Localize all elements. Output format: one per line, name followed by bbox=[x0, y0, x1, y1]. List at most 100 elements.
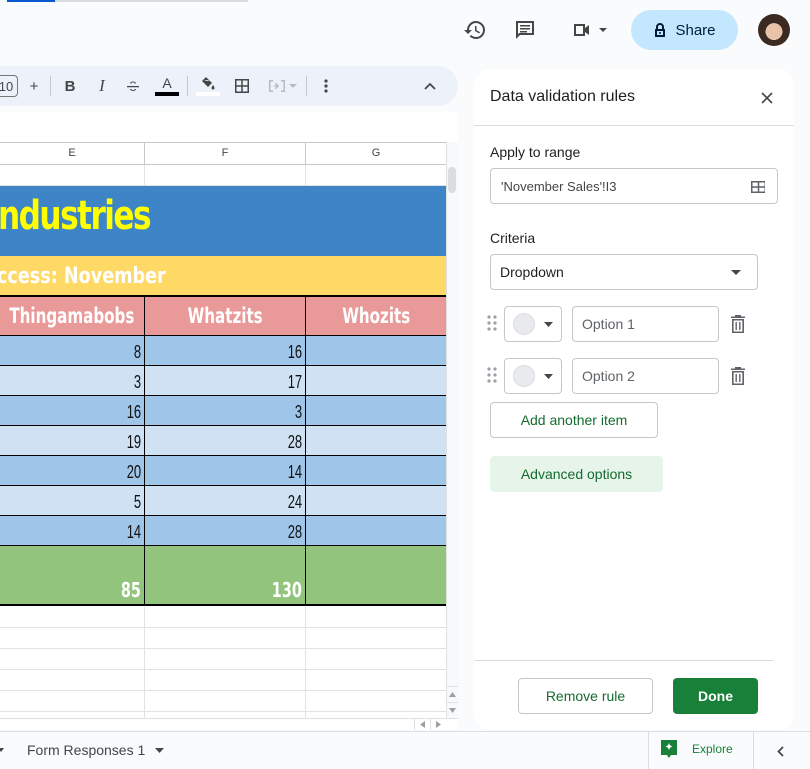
sheet-tab-form-responses[interactable]: Form Responses 1 bbox=[27, 742, 165, 758]
criteria-label: Criteria bbox=[490, 230, 536, 246]
option-color-picker[interactable] bbox=[504, 358, 562, 394]
scroll-down-button[interactable] bbox=[446, 702, 458, 718]
formula-bar-area[interactable] bbox=[0, 112, 458, 142]
column-header-cell[interactable]: Whozits bbox=[306, 295, 446, 336]
column-header-g[interactable]: G bbox=[306, 143, 446, 164]
data-cell[interactable]: 28 bbox=[145, 426, 306, 456]
horizontal-scrollbar[interactable] bbox=[0, 718, 458, 730]
data-cell[interactable]: 8 bbox=[0, 336, 145, 366]
explore-button[interactable]: Explore bbox=[660, 739, 733, 759]
range-input[interactable]: 'November Sales'!I3 bbox=[490, 168, 778, 204]
version-history-button[interactable] bbox=[459, 14, 491, 46]
select-range-icon[interactable] bbox=[750, 180, 766, 194]
borders-button[interactable] bbox=[231, 75, 253, 97]
share-button[interactable]: Share bbox=[631, 10, 738, 50]
data-cell[interactable]: 24 bbox=[145, 486, 306, 516]
account-avatar[interactable] bbox=[758, 14, 790, 46]
data-cell[interactable]: 17 bbox=[145, 366, 306, 396]
total-cell[interactable] bbox=[306, 546, 446, 606]
column-header-cell[interactable]: Whatzits bbox=[145, 295, 306, 336]
cell-value: 14 bbox=[126, 522, 142, 542]
total-cell[interactable]: 130 bbox=[145, 546, 306, 606]
data-cell[interactable] bbox=[306, 516, 446, 546]
fill-color-button[interactable] bbox=[196, 75, 220, 97]
advanced-options-button[interactable]: Advanced options bbox=[490, 456, 663, 492]
total-value: 130 bbox=[272, 578, 303, 602]
strikethrough-button[interactable] bbox=[122, 75, 144, 97]
bold-button[interactable]: B bbox=[59, 75, 81, 97]
data-cell[interactable]: 20 bbox=[0, 456, 145, 486]
data-cell[interactable]: 5 bbox=[0, 486, 145, 516]
grid-line bbox=[144, 165, 145, 186]
font-size-input[interactable]: 10 bbox=[0, 75, 18, 97]
add-another-item-button[interactable]: Add another item bbox=[490, 402, 658, 438]
vertical-scroll-thumb[interactable] bbox=[448, 167, 456, 193]
scroll-right-button[interactable] bbox=[430, 718, 446, 730]
scroll-up-button[interactable] bbox=[446, 686, 458, 702]
chevron-down-icon[interactable] bbox=[0, 748, 4, 753]
empty-row[interactable] bbox=[0, 670, 446, 691]
spreadsheet-grid[interactable]: ndustries ccess: November Thingamabobs Wh… bbox=[0, 165, 446, 720]
delete-option-button[interactable] bbox=[727, 365, 749, 387]
italic-button[interactable]: I bbox=[91, 75, 113, 97]
data-cell[interactable]: 14 bbox=[145, 456, 306, 486]
drag-handle-icon[interactable] bbox=[487, 367, 497, 383]
cell-value: 24 bbox=[287, 492, 303, 512]
data-cell[interactable] bbox=[306, 426, 446, 456]
merge-cells-button[interactable] bbox=[264, 75, 302, 97]
color-swatch-icon bbox=[513, 365, 535, 387]
data-cell[interactable]: 3 bbox=[0, 366, 145, 396]
data-cell[interactable] bbox=[306, 336, 446, 366]
column-header-cell[interactable]: Thingamabobs bbox=[0, 295, 145, 336]
total-cell[interactable]: 85 bbox=[0, 546, 145, 606]
data-cell[interactable]: 3 bbox=[145, 396, 306, 426]
grid-line bbox=[305, 649, 306, 670]
fill-color-icon bbox=[202, 77, 215, 90]
delete-option-button[interactable] bbox=[727, 313, 749, 335]
collapse-toolbar-button[interactable] bbox=[419, 75, 441, 97]
data-cell[interactable] bbox=[306, 486, 446, 516]
text-color-button[interactable]: A bbox=[155, 75, 179, 97]
column-header-row: E F G bbox=[0, 142, 446, 165]
header-text: Whatzits bbox=[187, 304, 263, 328]
column-header-e[interactable]: E bbox=[0, 143, 145, 164]
total-value: 85 bbox=[121, 578, 142, 602]
vertical-scrollbar[interactable] bbox=[446, 142, 458, 720]
strikethrough-icon bbox=[127, 81, 139, 91]
fill-color-swatch bbox=[196, 92, 220, 96]
data-cell[interactable] bbox=[306, 366, 446, 396]
data-cell[interactable]: 16 bbox=[0, 396, 145, 426]
remove-rule-button[interactable]: Remove rule bbox=[518, 678, 653, 714]
empty-row[interactable] bbox=[0, 628, 446, 649]
empty-row[interactable] bbox=[0, 649, 446, 670]
scroll-left-button[interactable] bbox=[414, 718, 430, 730]
data-cell[interactable] bbox=[306, 396, 446, 426]
side-panel-toggle-button[interactable] bbox=[772, 743, 788, 759]
title-cell[interactable]: ndustries bbox=[0, 186, 446, 256]
drag-handle-icon[interactable] bbox=[487, 315, 497, 331]
more-options-button[interactable] bbox=[316, 75, 336, 97]
data-cell[interactable]: 14 bbox=[0, 516, 145, 546]
data-cell[interactable] bbox=[306, 456, 446, 486]
empty-row[interactable] bbox=[0, 165, 446, 186]
cell-value: 5 bbox=[133, 492, 142, 512]
empty-row[interactable] bbox=[0, 691, 446, 712]
column-header-f[interactable]: F bbox=[145, 143, 306, 164]
data-cell[interactable]: 16 bbox=[145, 336, 306, 366]
comments-button[interactable] bbox=[509, 14, 541, 46]
subtitle-cell[interactable]: ccess: November bbox=[0, 256, 446, 295]
chevron-down-icon bbox=[289, 84, 297, 88]
option-value-input[interactable] bbox=[572, 306, 719, 342]
close-panel-button[interactable] bbox=[757, 88, 777, 108]
criteria-select[interactable]: Dropdown bbox=[490, 254, 758, 290]
subtitle-text: ccess: November bbox=[0, 264, 166, 289]
done-button[interactable]: Done bbox=[673, 678, 758, 714]
data-cell[interactable]: 28 bbox=[145, 516, 306, 546]
option-color-picker[interactable] bbox=[504, 306, 562, 342]
empty-row[interactable] bbox=[0, 607, 446, 628]
data-cell[interactable]: 19 bbox=[0, 426, 145, 456]
increase-font-size-button[interactable]: + bbox=[24, 75, 44, 97]
meet-button[interactable] bbox=[564, 14, 614, 46]
option-value-input[interactable] bbox=[572, 358, 719, 394]
divider bbox=[648, 732, 649, 769]
